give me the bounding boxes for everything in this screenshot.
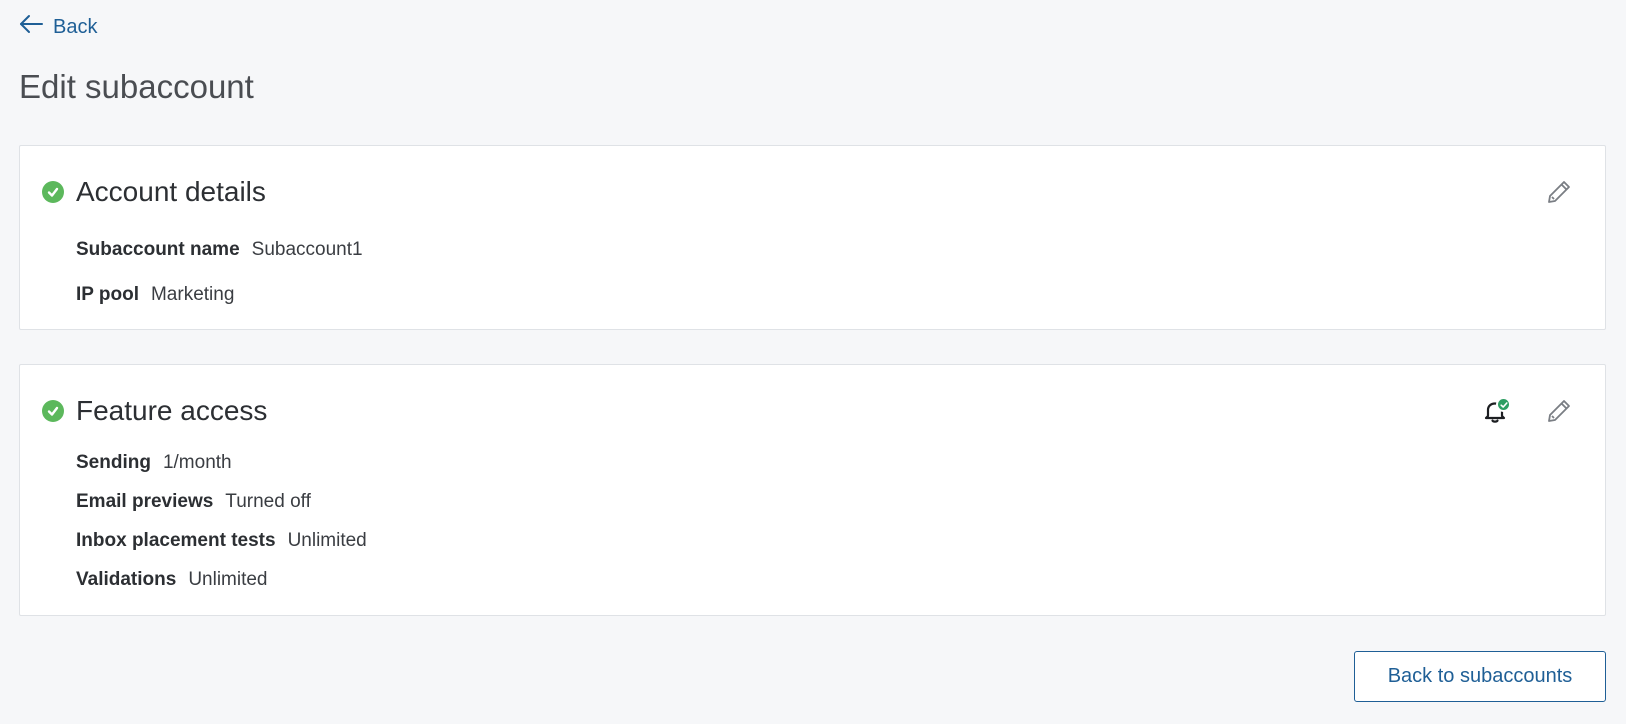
subaccount-name-row: Subaccount name Subaccount1: [76, 238, 363, 262]
row-value: 1/month: [162, 452, 232, 473]
account-details-card: Account details Subaccount name Subaccou…: [19, 145, 1606, 330]
edit-feature-access-button[interactable]: [1541, 395, 1577, 431]
row-value: Unlimited: [287, 530, 367, 551]
page-title: Edit subaccount: [19, 68, 254, 105]
account-details-title: Account details: [76, 176, 266, 207]
pencil-icon: [1546, 179, 1572, 210]
status-badge: [1496, 397, 1511, 412]
check-circle-icon: [42, 181, 64, 203]
pencil-icon: [1546, 398, 1572, 429]
inbox-placement-tests-row: Inbox placement tests Unlimited: [76, 529, 367, 553]
row-label: Email previews: [76, 491, 214, 512]
email-previews-row: Email previews Turned off: [76, 490, 367, 514]
feature-access-list: Sending 1/month Email previews Turned of…: [76, 451, 367, 607]
feature-access-card: Feature access Sending 1/month Email pre…: [19, 364, 1606, 616]
sending-row: Sending 1/month: [76, 451, 367, 475]
edit-account-details-button[interactable]: [1541, 176, 1577, 212]
arrow-left-icon: [19, 14, 43, 40]
row-label: Subaccount name: [76, 239, 240, 260]
back-to-subaccounts-button[interactable]: Back to subaccounts: [1354, 651, 1606, 702]
back-link[interactable]: Back: [19, 14, 97, 40]
row-label: Sending: [76, 452, 151, 473]
row-label: Validations: [76, 569, 177, 590]
row-value: Subaccount1: [251, 239, 363, 260]
check-circle-icon: [42, 400, 64, 422]
edit-subaccount-page: Back Edit subaccount Account details Sub…: [0, 0, 1626, 724]
row-value: Marketing: [150, 284, 235, 305]
row-value: Turned off: [225, 491, 311, 512]
validations-row: Validations Unlimited: [76, 568, 367, 592]
account-details-header: Account details: [42, 176, 266, 208]
back-link-label: Back: [53, 15, 98, 38]
row-value: Unlimited: [188, 569, 268, 590]
notification-button[interactable]: [1477, 395, 1513, 431]
account-details-list: Subaccount name Subaccount1 IP pool Mark…: [76, 238, 363, 328]
ip-pool-row: IP pool Marketing: [76, 283, 363, 307]
feature-access-header: Feature access: [42, 395, 267, 427]
feature-access-title: Feature access: [76, 395, 268, 426]
row-label: IP pool: [76, 284, 139, 305]
row-label: Inbox placement tests: [76, 530, 276, 551]
